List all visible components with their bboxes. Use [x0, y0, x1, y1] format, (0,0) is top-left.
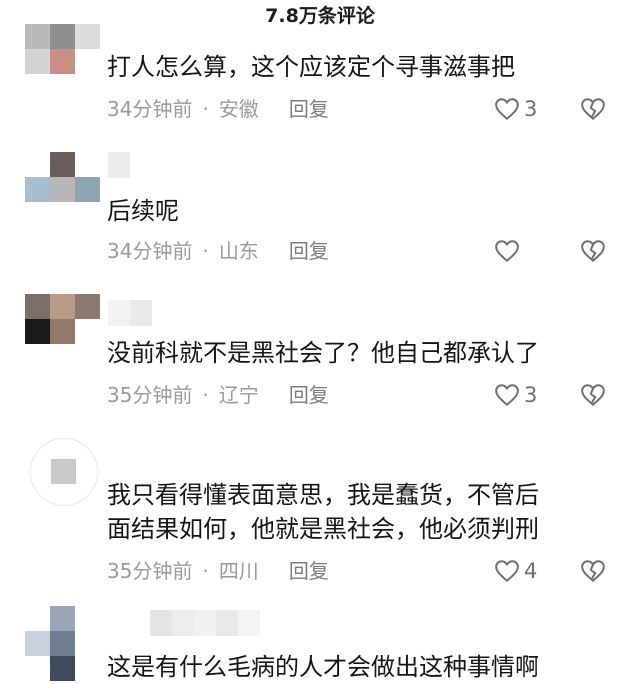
avatar[interactable] [25, 294, 101, 370]
comment-text: 这是有什么毛病的人才会做出这种事情啊 [107, 653, 539, 681]
heart-outline-icon [495, 240, 519, 263]
comment-meta: 34分钟前 · 山东 回复 [107, 239, 329, 263]
broken-heart-icon [581, 384, 605, 407]
like-count: 3 [524, 97, 538, 121]
like-button[interactable] [494, 237, 524, 265]
like-button[interactable]: 3 [494, 95, 537, 123]
broken-heart-icon [581, 240, 605, 263]
heart-outline-icon [495, 560, 519, 583]
username-blurred [108, 300, 152, 326]
comment-meta: 35分钟前 · 辽宁 回复 [107, 383, 329, 407]
like-count: 3 [524, 383, 538, 407]
comment-time: 34分钟前 [107, 97, 193, 121]
comment-location: 山东 [218, 239, 259, 263]
username-blurred [150, 610, 260, 636]
reply-button[interactable]: 回复 [289, 97, 329, 121]
comment-location: 安徽 [218, 97, 259, 121]
broken-heart-icon [581, 560, 605, 583]
like-count: 4 [524, 559, 538, 583]
comment-meta: 35分钟前 · 四川 回复 [107, 559, 329, 583]
comment-text: 后续呢 [107, 197, 179, 225]
comment-time: 35分钟前 [107, 383, 193, 407]
comment-text: 面结果如何，他就是黑社会，他必须判刑 [107, 515, 539, 543]
avatar[interactable] [25, 606, 101, 682]
dislike-button[interactable] [580, 381, 606, 409]
reply-button[interactable]: 回复 [289, 383, 329, 407]
comment-time: 34分钟前 [107, 239, 193, 263]
like-button[interactable]: 3 [494, 381, 537, 409]
broken-heart-icon [581, 98, 605, 121]
comment-meta: 34分钟前 · 安徽 回复 [107, 97, 329, 121]
reply-button[interactable]: 回复 [289, 559, 329, 583]
like-button[interactable]: 4 [494, 557, 537, 585]
avatar[interactable] [25, 152, 101, 228]
dislike-button[interactable] [580, 237, 606, 265]
avatar[interactable] [30, 438, 98, 506]
username-blurred [108, 152, 130, 178]
reply-button[interactable]: 回复 [289, 239, 329, 263]
heart-outline-icon [495, 98, 519, 121]
dislike-button[interactable] [580, 557, 606, 585]
avatar[interactable] [25, 24, 101, 100]
heart-outline-icon [495, 384, 519, 407]
comment-location: 辽宁 [218, 383, 259, 407]
comment-location: 四川 [218, 559, 259, 583]
comment-text: 打人怎么算，这个应该定个寻事滋事把 [107, 53, 515, 81]
comment-time: 35分钟前 [107, 559, 193, 583]
comment-text: 没前科就不是黑社会了？他自己都承认了 [107, 339, 539, 367]
dislike-button[interactable] [580, 95, 606, 123]
comment-text: 我只看得懂表面意思，我是蠢货，不管后 [107, 481, 539, 509]
